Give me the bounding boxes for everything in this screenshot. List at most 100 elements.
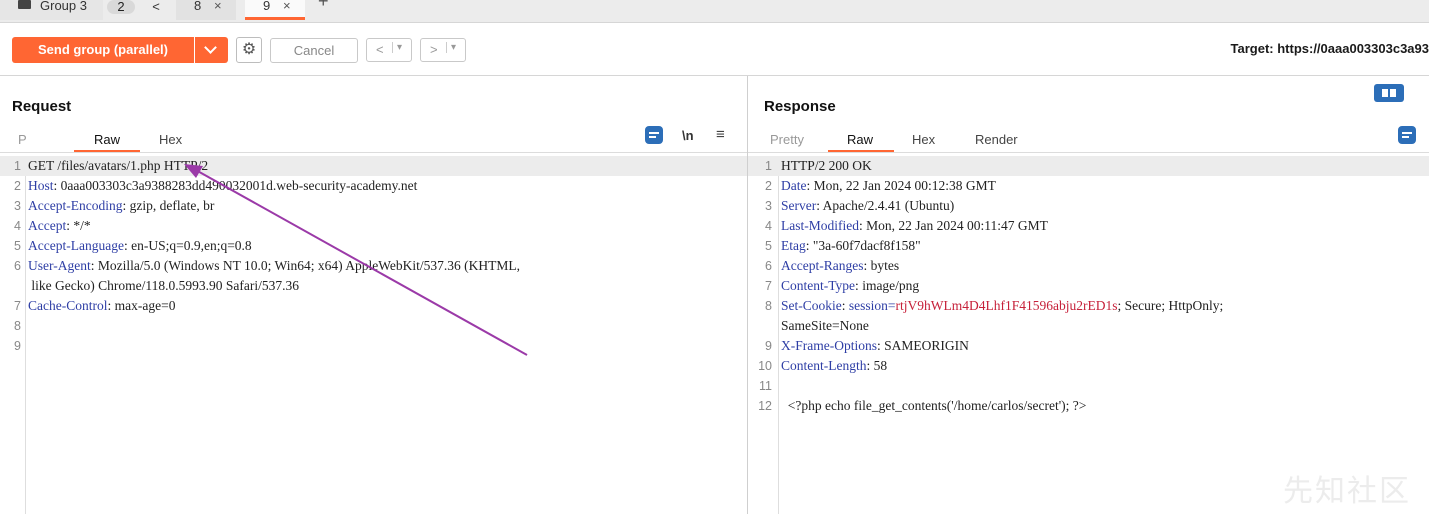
line-number: 11 — [759, 379, 772, 393]
chevron-down-icon — [204, 41, 217, 54]
line-number: 4 — [14, 219, 21, 233]
forward-dropdown-icon[interactable]: ▾ — [446, 42, 456, 53]
request-editor[interactable]: 1 GET /files/avatars/1.php HTTP/2 2 Host: 0… — [0, 156, 747, 514]
response-line: 10 Content-Length: 58 — [748, 356, 1429, 376]
line-number: 10 — [758, 359, 772, 373]
response-line: 9 X-Frame-Options: SAMEORIGIN — [748, 336, 1429, 356]
header-name: Accept-Encoding — [28, 198, 123, 213]
active-tab-underline — [74, 150, 140, 152]
header-name: Cache-Control — [28, 298, 108, 313]
code-text: Host: 0aaa003303c3a9388283dd490032001d.w… — [28, 178, 418, 193]
wrap-lines-icon[interactable] — [645, 126, 663, 144]
request-line: like Gecko) Chrome/118.0.5993.90 Safari/… — [0, 276, 747, 296]
request-line: 9 — [0, 336, 747, 356]
watermark-logo: 先知社区 — [1283, 474, 1411, 509]
line-number: 3 — [765, 199, 772, 213]
code-text: Last-Modified: Mon, 22 Jan 2024 00:11:47… — [781, 218, 1048, 233]
tab-scroll-left-button[interactable]: < — [146, 0, 166, 20]
tab-9-close-icon[interactable]: × — [283, 0, 291, 13]
header-value: image/png — [862, 278, 920, 293]
back-dropdown-icon[interactable]: ▾ — [392, 42, 402, 53]
newline-toggle-icon[interactable]: \n — [682, 128, 694, 143]
gear-icon[interactable]: ⚙ — [236, 37, 262, 63]
line-number: 2 — [14, 179, 21, 193]
send-options-dropdown[interactable] — [195, 37, 228, 63]
response-line: 7 Content-Type: image/png — [748, 276, 1429, 296]
header-name: Content-Type — [781, 278, 856, 293]
menu-icon[interactable]: ≡ — [716, 126, 725, 143]
line-number: 4 — [765, 219, 772, 233]
tab-group-label: Group 3 — [40, 0, 87, 13]
tab-response-render[interactable]: Render — [975, 132, 1018, 147]
tab-response-pretty[interactable]: Pretty — [770, 132, 804, 147]
tab-strip: Group 3 2 < 8 × 9 × + — [0, 0, 1429, 23]
line-number: 6 — [14, 259, 21, 273]
back-button[interactable]: < ▾ — [366, 38, 412, 62]
response-pane: Response Pretty Raw Hex Render 1 HTTP/2 2… — [748, 76, 1429, 514]
line-text: like Gecko) Chrome/118.0.5993.90 Safari/… — [28, 278, 299, 293]
response-line: SameSite=None — [748, 316, 1429, 336]
tab-request-raw[interactable]: Raw — [94, 132, 120, 147]
code-text: Accept-Encoding: gzip, deflate, br — [28, 198, 215, 213]
request-line: 1 GET /files/avatars/1.php HTTP/2 — [0, 156, 747, 176]
header-name: Set-Cookie — [781, 298, 842, 313]
response-line: 12 <?php echo file_get_contents('/home/c… — [748, 396, 1429, 416]
header-name: Host — [28, 178, 54, 193]
tab-response-raw[interactable]: Raw — [847, 132, 873, 147]
add-tab-button[interactable]: + — [318, 0, 338, 14]
tab-8-close-icon[interactable]: × — [214, 0, 222, 13]
response-line: 3 Server: Apache/2.4.41 (Ubuntu) — [748, 196, 1429, 216]
header-value: 0aaa003303c3a9388283dd490032001d.web-sec… — [60, 178, 418, 193]
header-value: */* — [73, 218, 91, 233]
response-line: 5 Etag: "3a-60f7dacf8f158" — [748, 236, 1429, 256]
session-token: rtjV9hWLm4D4Lhf1F41596abju2rED1s — [895, 298, 1118, 313]
target-url[interactable]: Target: https://0aaa003303c3a93 — [1231, 41, 1429, 56]
header-value: en-US;q=0.9,en;q=0.8 — [131, 238, 252, 253]
tab-response-hex[interactable]: Hex — [912, 132, 935, 147]
header-name: Server — [781, 198, 817, 213]
line-number: 9 — [765, 339, 772, 353]
line-number: 1 — [765, 159, 772, 173]
code-text: Cache-Control: max-age=0 — [28, 298, 176, 313]
tab-8[interactable]: 8 × — [176, 0, 236, 20]
request-line: 7 Cache-Control: max-age=0 — [0, 296, 747, 316]
code-text: User-Agent: Mozilla/5.0 (Windows NT 10.0… — [28, 258, 521, 273]
line-text: HTTP/2 200 OK — [781, 158, 872, 173]
tab-9-label: 9 — [263, 0, 271, 13]
line-number: 2 — [765, 179, 772, 193]
request-pane: Request P Raw Hex \n ≡ 1 GET /files/avata… — [0, 76, 748, 514]
tab-request-hex[interactable]: Hex — [159, 132, 182, 147]
request-line: 6 User-Agent: Mozilla/5.0 (Windows NT 10.… — [0, 256, 747, 276]
wrap-lines-icon[interactable] — [1398, 126, 1416, 144]
tab-group-3[interactable]: Group 3 — [0, 0, 103, 20]
line-number: 12 — [758, 399, 772, 413]
back-arrow-icon: < — [376, 42, 384, 57]
line-text: GET /files/avatars/1.php HTTP/2 — [28, 158, 209, 173]
tab-request-pretty[interactable]: P — [18, 132, 27, 147]
forward-button[interactable]: > ▾ — [420, 38, 466, 62]
forward-arrow-icon: > — [430, 42, 438, 57]
request-line: 4 Accept: */* — [0, 216, 747, 236]
code-text: HTTP/2 200 OK — [781, 156, 872, 176]
line-number: 5 — [14, 239, 21, 253]
code-text: Set-Cookie: session=rtjV9hWLm4D4Lhf1F415… — [781, 298, 1224, 313]
header-value: Mozilla/5.0 (Windows NT 10.0; Win64; x64… — [97, 258, 521, 273]
line-number: 6 — [765, 259, 772, 273]
code-text: Accept-Ranges: bytes — [781, 258, 900, 273]
tab-9[interactable]: 9 × — [245, 0, 305, 20]
response-line: 1 HTTP/2 200 OK — [748, 156, 1429, 176]
header-name: Last-Modified — [781, 218, 859, 233]
header-value: 58 — [873, 358, 888, 373]
header-value: Mon, 22 Jan 2024 00:11:47 GMT — [866, 218, 1048, 233]
header-name: Accept-Language — [28, 238, 124, 253]
header-name: X-Frame-Options — [781, 338, 877, 353]
split-layout-icon[interactable] — [1374, 84, 1404, 102]
send-group-button[interactable]: Send group (parallel) — [12, 37, 194, 63]
header-name: Accept-Ranges — [781, 258, 864, 273]
header-name: Date — [781, 178, 807, 193]
cancel-button[interactable]: Cancel — [270, 38, 358, 63]
response-line: 2 Date: Mon, 22 Jan 2024 00:12:38 GMT — [748, 176, 1429, 196]
response-line: 8 Set-Cookie: session=rtjV9hWLm4D4Lhf1F41… — [748, 296, 1429, 316]
line-number: 7 — [14, 299, 21, 313]
response-editor[interactable]: 1 HTTP/2 200 OK 2 Date: Mon, 22 Jan 2024 00… — [748, 156, 1429, 514]
